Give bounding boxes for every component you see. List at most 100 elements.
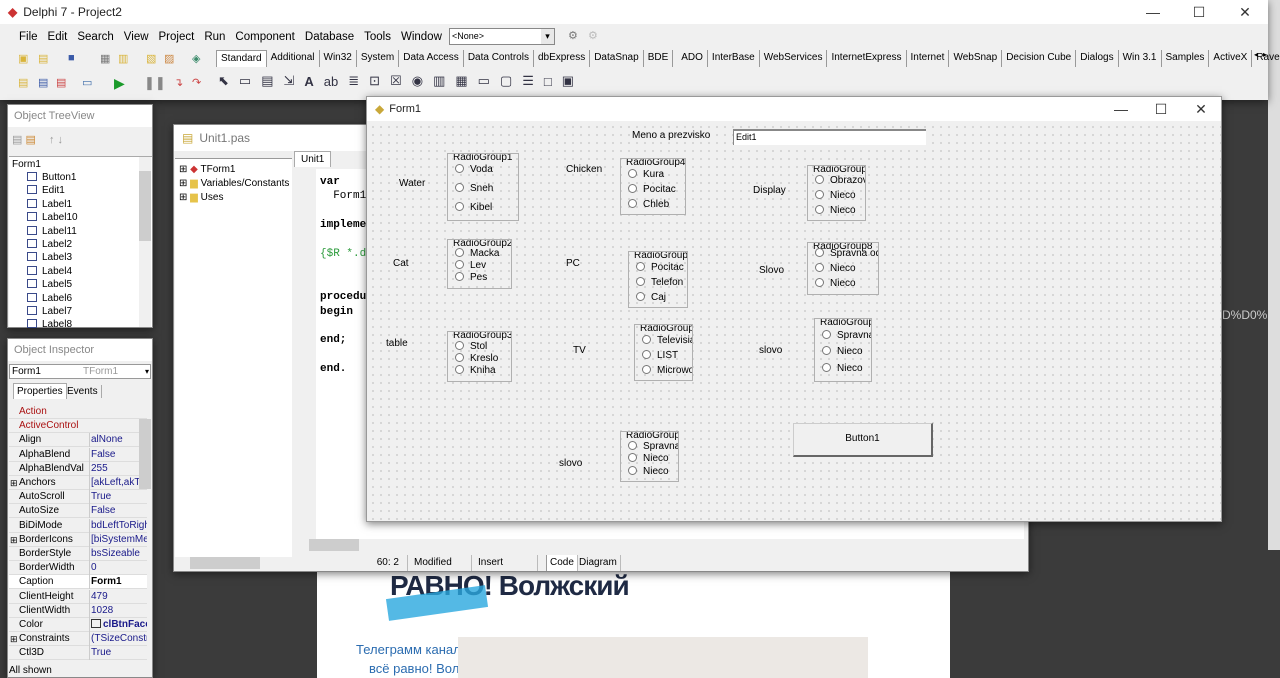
radio-option[interactable]: Stol — [455, 341, 487, 352]
form-close-button[interactable]: ✕ — [1181, 101, 1221, 118]
menu-component[interactable]: Component — [230, 28, 299, 46]
radio-option[interactable]: Voda — [455, 164, 493, 175]
radio-option[interactable]: Nieco — [628, 466, 669, 477]
radio-group-8[interactable]: RadioGroup6Televisia LIST Microwor — [634, 324, 693, 381]
label-icon[interactable]: A — [304, 74, 313, 89]
radio-group-7[interactable]: RadioGroup3 Stol Kreslo Kniha — [447, 331, 512, 382]
form-minimize-button[interactable]: — — [1101, 101, 1141, 117]
label-display[interactable]: Display — [753, 185, 786, 196]
open-icon[interactable]: ▤ — [38, 52, 48, 65]
property-row[interactable]: ⊞Anchors[akLeft,akTop] — [9, 476, 147, 490]
delete-item-icon[interactable]: ▤ — [25, 134, 35, 146]
code-hscrollbar[interactable] — [294, 539, 1024, 553]
property-row[interactable]: ActiveControl — [9, 419, 147, 434]
tree-item[interactable]: Label11 — [27, 225, 77, 237]
radio-group-9[interactable]: RadioGroup9 Spravna Nieco Nieco — [814, 318, 872, 382]
button-icon[interactable]: ⊡ — [369, 73, 380, 89]
tab-data-controls[interactable]: Data Controls — [464, 50, 534, 67]
menu-run[interactable]: Run — [199, 28, 230, 46]
treeview-scrollbar[interactable] — [139, 157, 151, 327]
radiogroup-icon[interactable]: ☰ — [522, 73, 534, 89]
tab-code[interactable]: Code — [546, 555, 578, 571]
tab-datasnap[interactable]: DataSnap — [590, 50, 644, 67]
radio-group-4[interactable]: RadioGroup2 Macka Lev Pes — [447, 239, 512, 289]
tab-win32[interactable]: Win32 — [320, 50, 357, 67]
property-row[interactable]: Action — [9, 405, 147, 419]
radio-option[interactable]: Caj — [636, 292, 666, 303]
tab-dbexpress[interactable]: dbExpress — [534, 50, 591, 67]
explorer-scrollbar[interactable] — [175, 557, 292, 571]
property-row[interactable]: BiDiMode bdLeftToRight — [9, 518, 147, 533]
tree-item[interactable]: Label4 — [27, 265, 72, 277]
tab-bde[interactable]: BDE — [644, 50, 674, 67]
tab-internetexpress[interactable]: InternetExpress — [827, 50, 907, 67]
label-slovo[interactable]: Slovo — [759, 265, 784, 276]
tab-interbase[interactable]: InterBase — [708, 50, 760, 67]
radio-option[interactable]: Pocitac — [636, 262, 684, 273]
arrow-down-icon[interactable]: ↓ — [58, 134, 64, 146]
step-over-icon[interactable]: ↷ — [192, 76, 201, 89]
label-chicken[interactable]: Chicken — [566, 164, 602, 175]
menu-edit[interactable]: Edit — [43, 28, 73, 46]
tree-item[interactable]: Label3 — [27, 252, 72, 263]
radio-group-6[interactable]: RadioGroup8Spravna odpNiecoNieco — [807, 242, 879, 295]
button1[interactable]: Button1 — [793, 423, 933, 457]
menu-project[interactable]: Project — [154, 28, 200, 46]
property-row[interactable]: Align alNone — [9, 433, 147, 448]
tab-websnap[interactable]: WebSnap — [949, 50, 1003, 67]
actionlist-icon[interactable]: ▣ — [562, 73, 574, 89]
tab-decision-cube[interactable]: Decision Cube — [1002, 50, 1077, 67]
expand-icon[interactable]: ⊞ — [10, 476, 18, 490]
explorer-item-uses[interactable]: ⊞ ▆ Uses — [179, 192, 223, 203]
radio-group-2[interactable]: RadioGroup4 Kura Pocitac Chleb — [620, 158, 686, 215]
view-form-icon[interactable]: ▤ — [38, 76, 48, 89]
tab-ado[interactable]: ADO — [677, 50, 708, 67]
tree-item[interactable]: Button1 — [27, 172, 76, 183]
tab-additional[interactable]: Additional — [267, 50, 320, 67]
tab-activex[interactable]: ActiveX — [1209, 50, 1253, 67]
property-row[interactable]: Color clBtnFace — [9, 618, 147, 632]
popupmenu-icon[interactable]: ▤ — [261, 73, 273, 89]
radio-option[interactable]: Kibel — [455, 202, 492, 213]
menu-tools[interactable]: Tools — [359, 28, 396, 46]
property-row[interactable]: ⊞BorderIcons[biSystemMen — [9, 532, 147, 547]
label-cat[interactable]: Cat — [393, 258, 409, 269]
palette-scroll-left[interactable]: ◂ — [1254, 50, 1258, 59]
tab-properties[interactable]: Properties — [13, 383, 67, 399]
radio-group-5[interactable]: RadioGroup5 Pocitac Telefon Caj — [628, 251, 688, 308]
close-button[interactable]: ✕ — [1222, 4, 1268, 21]
new-icon[interactable]: ▣ — [18, 52, 28, 65]
help-icon[interactable]: ◈ — [192, 52, 200, 65]
minimize-button[interactable]: — — [1130, 4, 1176, 20]
property-row[interactable]: ClientWidth 1028 — [9, 603, 147, 618]
radio-option[interactable]: Spravna — [822, 330, 871, 341]
property-row[interactable]: ClientHeight 479 — [9, 589, 147, 604]
property-row[interactable]: Ctl3D True — [9, 646, 147, 661]
toggle-form-unit-icon[interactable]: ▤ — [56, 76, 66, 89]
radio-option[interactable]: Telefon — [636, 277, 683, 288]
checkbox-icon[interactable]: ☒ — [390, 73, 402, 89]
pause-icon[interactable]: ❚❚ — [144, 75, 166, 91]
remove-file-icon[interactable]: ▨ — [164, 52, 174, 65]
radiobutton-icon[interactable]: ◉ — [412, 73, 423, 89]
maximize-button[interactable]: ☐ — [1176, 4, 1222, 21]
tree-item[interactable]: Label2 — [27, 239, 72, 250]
expand-icon[interactable]: ⊞ — [10, 533, 18, 547]
memo-icon[interactable]: ≣ — [348, 73, 359, 89]
radio-option[interactable]: Nieco — [815, 190, 856, 201]
trace-into-icon[interactable]: ↴ — [174, 76, 183, 89]
save-icon[interactable]: ■ — [68, 52, 75, 64]
label-water[interactable]: Water — [399, 178, 425, 189]
remove-component-icon[interactable]: ⚙ — [588, 29, 598, 42]
pointer-icon[interactable]: ⬉ — [218, 73, 229, 89]
tree-item[interactable]: Label5 — [27, 279, 72, 290]
radio-option[interactable]: Nieco — [815, 205, 856, 216]
tree-item[interactable]: Edit1 — [27, 185, 65, 196]
combobox-icon[interactable]: ▦ — [455, 73, 467, 89]
inspector-scrollbar[interactable] — [139, 405, 151, 661]
page-scrollbar[interactable] — [1268, 0, 1280, 550]
tree-item[interactable]: Label7 — [27, 306, 72, 317]
property-row[interactable]: ⊞Constraints(TSizeConstra — [9, 632, 147, 647]
property-row[interactable]: AlphaBlend False — [9, 447, 147, 462]
component-icon[interactable]: ⚙ — [568, 29, 578, 42]
